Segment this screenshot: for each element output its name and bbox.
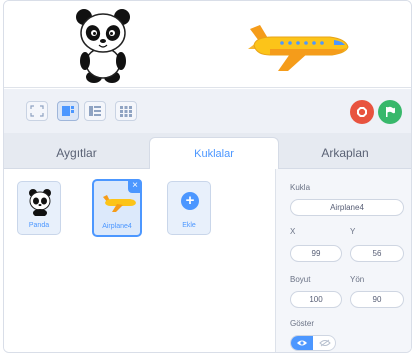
airplane-sprite[interactable] [242,15,352,75]
visibility-toggle [290,335,336,351]
large-stage-button[interactable] [57,101,79,121]
eye-hidden-icon [319,339,331,347]
airplane-thumbnail [103,195,136,212]
stage[interactable] [4,1,411,88]
sprite-list: Panda × Airplane4 + Ekle [4,169,275,352]
small-stage-button[interactable] [84,101,106,121]
stop-button[interactable] [350,100,374,124]
x-label: X [290,227,296,236]
green-flag-icon [386,106,395,117]
stage-toolbar [4,89,411,133]
add-sprite-button[interactable]: + Ekle [167,181,211,235]
plus-icon: + [181,192,199,210]
size-label: Boyut [290,275,311,284]
size-field[interactable]: 100 [290,291,342,308]
direction-label: Yön [350,275,365,284]
sprite-label: Airplane4 [102,223,132,230]
fullscreen-button[interactable] [26,101,48,121]
y-label: Y [350,227,356,236]
fullscreen-icon [30,105,44,117]
panda-thumbnail [29,189,51,216]
grid-view-button[interactable] [115,101,137,121]
delete-sprite-button[interactable]: × [128,179,142,193]
green-flag-button[interactable] [378,100,402,124]
tab-sprites[interactable]: Kuklalar [149,137,279,170]
show-button[interactable] [291,336,313,350]
add-label: Ekle [182,222,196,229]
sprite-name-field[interactable]: Airplane4 [290,199,404,216]
tab-backdrop[interactable]: Arkaplan [279,137,411,169]
large-stage-icon [62,106,74,116]
direction-field[interactable]: 90 [350,291,404,308]
tab-bar: Aygıtlar Kuklalar Arkaplan [4,133,411,170]
sprite-tile-panda[interactable]: Panda [17,181,61,235]
sprite-info-panel: Kukla Airplane4 X Y 99 56 Boyut Yön 100 … [275,169,411,352]
show-label: Göster [290,319,315,328]
grid-icon [120,106,132,117]
stop-icon [357,107,367,117]
small-stage-icon [89,106,101,116]
sprite-label: Panda [28,222,50,229]
eye-icon [297,340,307,346]
y-field[interactable]: 56 [350,245,404,262]
panda-sprite[interactable] [72,5,134,85]
tab-devices[interactable]: Aygıtlar [4,137,149,169]
x-field[interactable]: 99 [290,245,342,262]
sprite-name-label: Kukla [290,183,311,192]
hide-button[interactable] [314,336,335,350]
app-frame: Aygıtlar Kuklalar Arkaplan Panda × Airpl… [3,0,412,353]
sprite-tile-airplane[interactable]: × Airplane4 [92,179,142,237]
